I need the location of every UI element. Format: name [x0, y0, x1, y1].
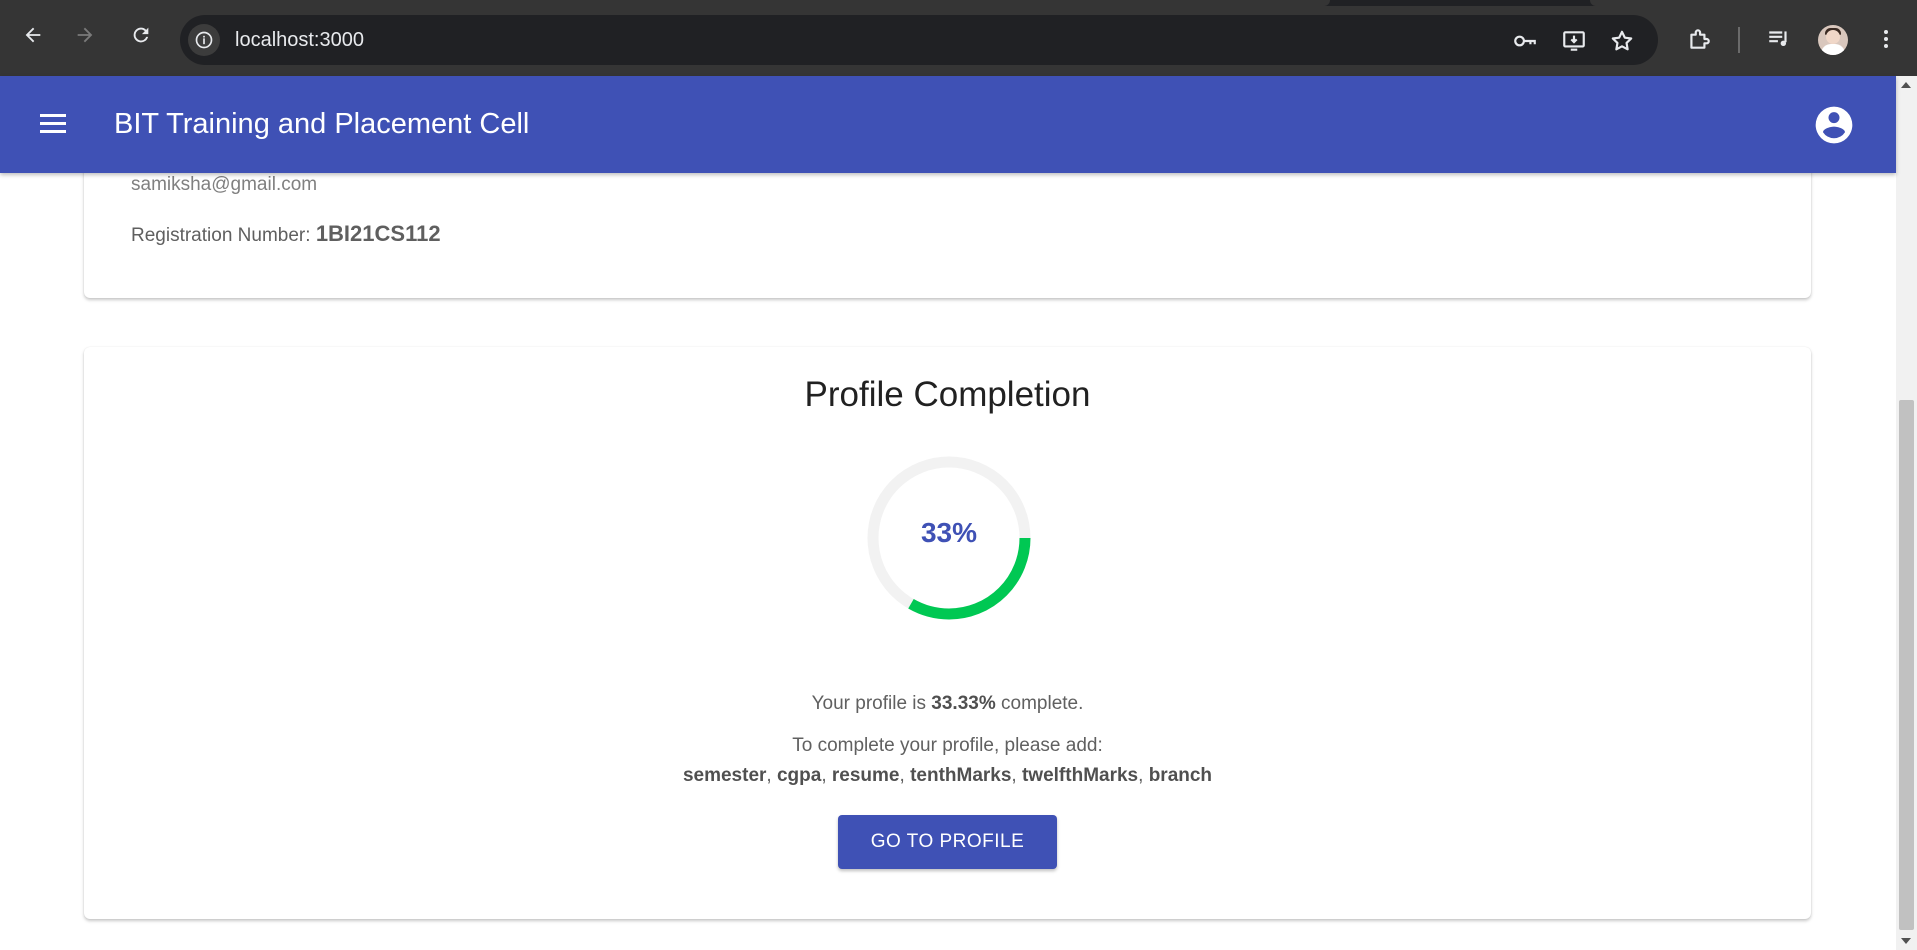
reload-icon — [133, 27, 149, 43]
extensions-puzzle-icon — [1690, 29, 1710, 49]
status-prefix: Your profile is — [811, 693, 927, 714]
toolbar-separator — [1738, 27, 1740, 53]
password-key-icon — [1514, 35, 1536, 47]
field-separator: , — [821, 765, 832, 786]
missing-field-item: cgpa — [776, 765, 822, 786]
site-info-icon — [195, 31, 213, 49]
media-controls-button[interactable] — [1765, 25, 1793, 53]
field-separator: , — [1138, 765, 1149, 786]
page-content: samiksha@gmail.com Registration Number: … — [0, 173, 1896, 950]
missing-field-item: resume — [831, 765, 900, 786]
scroll-down-arrow-icon[interactable] — [1901, 938, 1911, 944]
extensions-button[interactable] — [1685, 25, 1713, 53]
back-arrow-icon — [25, 27, 41, 43]
missing-field-item: twelfthMarks — [1021, 765, 1139, 786]
status-suffix: complete. — [1001, 693, 1084, 714]
forward-arrow-icon — [77, 27, 93, 43]
registration-value: 1BI21CS112 — [315, 221, 441, 246]
install-app-icon — [1563, 31, 1585, 51]
missing-fields-list: semester, cgpa, resume, tenthMarks, twel… — [84, 765, 1811, 787]
app-title: BIT Training and Placement Cell — [114, 108, 530, 140]
url-text[interactable]: localhost:3000 — [235, 29, 364, 52]
tab-edge — [0, 0, 1330, 6]
profile-completion-title: Profile Completion — [804, 375, 1091, 414]
hamburger-icon — [40, 114, 66, 117]
install-app-button[interactable] — [1561, 28, 1587, 54]
field-separator: , — [1011, 765, 1022, 786]
field-separator: , — [766, 765, 777, 786]
back-button[interactable] — [18, 20, 48, 50]
progress-percent-label: 33% — [920, 517, 978, 548]
password-key-button[interactable] — [1512, 28, 1538, 54]
go-to-profile-button[interactable]: GO TO PROFILE — [838, 815, 1057, 869]
scrollbar-thumb[interactable] — [1899, 400, 1914, 930]
completion-status-text: Your profile is 33.33% complete. — [84, 693, 1811, 715]
registration-label: Registration Number: — [131, 225, 311, 246]
media-queue-icon — [1769, 31, 1787, 47]
profile-completion-card: Profile Completion 33% Your profile is 3… — [84, 347, 1811, 919]
student-info-card: samiksha@gmail.com Registration Number: … — [84, 173, 1811, 298]
address-bar[interactable]: localhost:3000 — [180, 15, 1658, 65]
browser-menu-button[interactable] — [1872, 25, 1900, 53]
account-circle-icon — [1815, 106, 1853, 144]
scroll-up-arrow-icon[interactable] — [1901, 82, 1911, 88]
browser-toolbar: localhost:3000 — [0, 0, 1917, 76]
todo-instruction: To complete your profile, please add: — [792, 735, 1103, 756]
status-value: 33.33% — [931, 693, 996, 714]
email-text: samiksha@gmail.com — [131, 174, 318, 195]
page-scrollbar[interactable] — [1896, 76, 1917, 950]
missing-field-item: semester — [682, 765, 767, 786]
missing-field-item: tenthMarks — [910, 765, 1012, 786]
tab-edge-right — [1590, 0, 1917, 6]
site-info-button[interactable] — [188, 24, 220, 56]
registration-number: Registration Number: 1BI21CS112 — [131, 221, 441, 247]
avatar-face — [1826, 30, 1840, 44]
missing-field-item: branch — [1148, 765, 1213, 786]
bookmark-button[interactable] — [1609, 28, 1635, 54]
completion-progress-ring: 33% — [864, 453, 1034, 623]
reload-button[interactable] — [126, 20, 156, 50]
kebab-menu-icon — [1884, 30, 1888, 48]
avatar-shirt — [1821, 44, 1845, 55]
bookmark-star-icon — [1611, 30, 1633, 51]
hamburger-icon-bar — [40, 122, 66, 125]
hamburger-icon-bar — [40, 130, 66, 133]
hamburger-menu-button[interactable] — [36, 109, 70, 139]
forward-button[interactable] — [70, 20, 100, 50]
account-button[interactable] — [1812, 103, 1856, 147]
app-bar: BIT Training and Placement Cell — [0, 76, 1896, 173]
profile-avatar[interactable] — [1818, 25, 1848, 55]
tab-strip — [0, 0, 1917, 6]
field-separator: , — [899, 765, 911, 786]
